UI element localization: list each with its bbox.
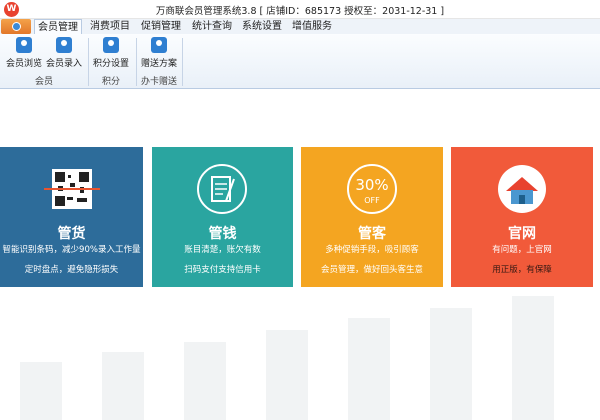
home-icon — [451, 161, 593, 217]
background-bar — [184, 342, 226, 420]
card-goods-management[interactable]: 管货 智能识别条码，减少90%录入工作量 定时盘点，避免隐形损失 — [0, 147, 143, 287]
ribbon-tab-bar: 会员管理 消费项目 促销管理 统计查询 系统设置 增值服务 — [0, 19, 600, 34]
card-line-2: 用正版，有保障 — [492, 265, 552, 275]
add-member-icon — [56, 37, 72, 53]
ribbon-separator — [88, 38, 89, 86]
card-title: 管货 — [57, 226, 86, 242]
background-bar — [430, 308, 472, 420]
discount-badge-sub: OFF — [364, 196, 380, 205]
barcode-icon — [0, 161, 143, 217]
tab-consumption-items[interactable]: 消费项目 — [86, 19, 134, 34]
card-title: 管客 — [358, 226, 386, 242]
gift-plan-icon — [151, 37, 167, 53]
points-settings-label: 积分设置 — [92, 59, 129, 69]
member-entry-button[interactable]: 会员录入 — [46, 37, 82, 71]
ribbon-separator — [136, 38, 137, 86]
tab-statistics-query[interactable]: 统计查询 — [188, 19, 236, 34]
discount-badge: 30% — [355, 176, 388, 194]
card-line-2: 定时盘点，避免隐形损失 — [24, 265, 119, 275]
card-title: 管钱 — [208, 226, 237, 242]
member-browse-button[interactable]: 会员浏览 — [6, 37, 42, 71]
points-settings-button[interactable]: 积分设置 — [92, 37, 130, 71]
card-title: 官网 — [508, 226, 536, 242]
gift-plan-label: 赠送方案 — [140, 59, 177, 69]
window-title: 万商联会员管理系统3.8 [ 店铺ID：685173 授权至：2031-12-3… — [155, 6, 445, 17]
ribbon-panel: 会员浏览 会员录入 会员 积分设置 积分 赠送方案 办卡赠送 — [0, 34, 600, 89]
background-bar — [512, 296, 554, 420]
group-label-members: 会员 — [34, 77, 53, 87]
main-content: 管货 智能识别条码，减少90%录入工作量 定时盘点，避免隐形损失 管钱 账目清楚… — [0, 90, 600, 420]
card-official-website[interactable]: 官网 有问题，上官网 用正版，有保障 — [451, 147, 593, 287]
card-money-management[interactable]: 管钱 账目清楚，账欠有数 扫码支付支持信用卡 — [152, 147, 293, 287]
card-line-1: 多种促销手段，吸引顾客 — [325, 245, 419, 255]
ribbon-separator — [182, 38, 183, 86]
gift-plan-button[interactable]: 赠送方案 — [140, 37, 178, 71]
discount-icon: 30% OFF — [301, 161, 443, 217]
card-line-2: 扫码支付支持信用卡 — [184, 265, 261, 275]
title-bar: W 万商联会员管理系统3.8 [ 店铺ID：685173 授权至：2031-12… — [0, 0, 600, 19]
member-browse-label: 会员浏览 — [6, 59, 43, 69]
background-bar — [348, 318, 390, 420]
card-line-1: 账目清楚，账欠有数 — [184, 245, 261, 255]
card-customer-management[interactable]: 30% OFF 管客 多种促销手段，吸引顾客 会员管理，做好回头客生意 — [301, 147, 443, 287]
app-menu-icon — [12, 22, 21, 31]
tab-promotion-management[interactable]: 促销管理 — [137, 19, 185, 34]
background-bar — [102, 352, 144, 420]
points-icon — [103, 37, 119, 53]
tab-value-added-services[interactable]: 增值服务 — [288, 19, 336, 34]
tab-member-management[interactable]: 会员管理 — [34, 19, 82, 34]
group-label-card-gift: 办卡赠送 — [140, 77, 177, 87]
member-entry-label: 会员录入 — [46, 59, 83, 69]
card-line-1: 智能识别条码，减少90%录入工作量 — [2, 245, 141, 255]
background-bar — [20, 362, 62, 420]
background-bar — [266, 330, 308, 420]
group-label-points: 积分 — [101, 77, 120, 87]
tab-system-settings[interactable]: 系统设置 — [238, 19, 286, 34]
app-menu-button[interactable] — [1, 19, 31, 34]
card-line-1: 有问题，上官网 — [492, 245, 552, 255]
members-icon — [16, 37, 32, 53]
card-line-2: 会员管理，做好回头客生意 — [320, 265, 423, 275]
ledger-icon — [152, 161, 293, 217]
